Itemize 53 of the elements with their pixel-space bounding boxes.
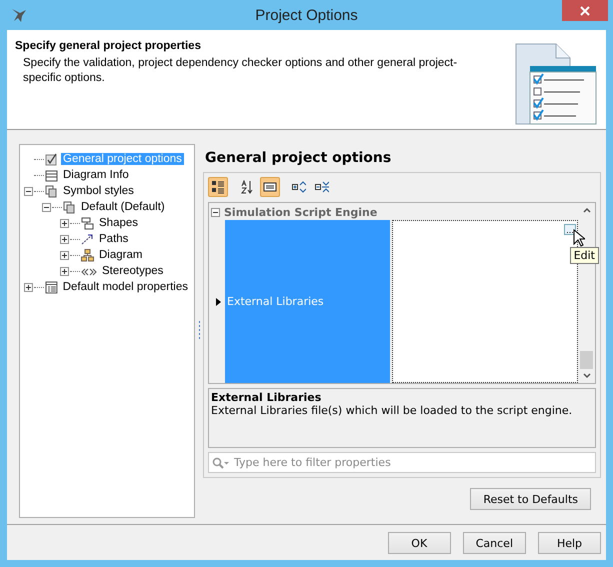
tree-item[interactable]: Diagram Info [61,169,131,181]
expander-icon[interactable] [60,218,69,228]
dialog-button[interactable]: Help [538,532,601,554]
search-icon [212,456,230,468]
property-sheet-icon [44,280,58,294]
layers-icon [45,184,58,198]
expander-icon[interactable] [42,202,51,212]
tree-item[interactable]: Default (Default) [79,201,167,213]
header-title: Specify general project properties [15,40,202,52]
tree-item[interactable]: Paths [97,233,130,245]
categorized-icon [211,180,225,194]
shapes-icon [81,216,94,230]
toolbar-button[interactable] [260,177,280,197]
expander-icon[interactable] [60,250,69,260]
table-icon [45,168,58,182]
sort-az-icon [240,180,254,194]
scroll-thumb[interactable] [580,351,593,369]
tree-item[interactable]: Diagram [97,249,144,261]
tree-item[interactable]: Default model properties [60,281,190,293]
filter-field[interactable]: Type here to filter properties [208,452,596,473]
close-icon [580,6,590,16]
panel-title: General project options [204,149,392,168]
layers-icon [63,200,76,214]
dialog-button[interactable]: Cancel [462,532,526,554]
hierarchy-icon [81,248,94,262]
filter-input[interactable]: Type here to filter properties [232,455,595,470]
scroll-down-icon[interactable] [582,373,590,379]
checkbox-icon [45,152,58,166]
tooltip: Edit [570,247,599,264]
collapse-icon[interactable] [211,208,220,216]
expander-icon[interactable] [60,234,69,244]
splitter-grip-icon[interactable] [198,321,200,341]
close-button[interactable] [562,0,608,21]
path-arrow-icon [81,232,94,246]
toolbar-button[interactable] [208,177,228,197]
tree-item[interactable]: Symbol styles [61,185,136,197]
tree-item[interactable]: Stereotypes [100,265,166,277]
expander-icon[interactable] [24,186,33,196]
dialog-button[interactable]: OK [388,532,451,554]
expander-icon[interactable] [60,266,69,276]
app-logo-icon [11,7,27,23]
tree-item[interactable]: Shapes [97,217,140,229]
reset-defaults-button[interactable]: Reset to Defaults [470,488,591,510]
description-icon [263,180,277,194]
header-description: Specify the validation, project dependency checker options and other general project-specific options. [22,56,458,86]
description-title: External Libraries [211,391,322,404]
expander-icon[interactable] [24,282,33,292]
category-label: Simulation Script Engine [224,206,378,218]
scroll-up-icon[interactable] [582,207,590,213]
collapse-all-icon [315,180,329,194]
window-title: Project Options [255,6,358,24]
description-text: External Libraries file(s) which will be loaded to the script engine. [211,404,574,417]
expand-all-icon [292,180,306,194]
